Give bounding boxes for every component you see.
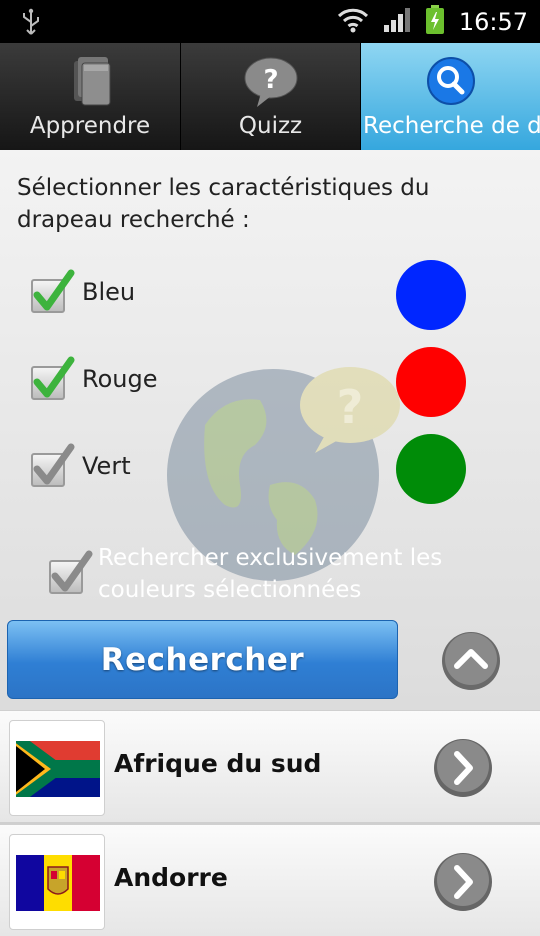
country-name: Afrique du sud — [114, 749, 322, 778]
book-stack-icon — [62, 55, 118, 109]
tab-bar: Apprendre ? Quizz Recherche de drapeaux — [0, 43, 540, 150]
color-swatch-blue — [396, 260, 466, 330]
question-bubble-icon: ? — [243, 55, 299, 109]
svg-text:?: ? — [263, 65, 278, 95]
color-swatch-green — [396, 434, 466, 504]
country-name: Andorre — [114, 863, 228, 892]
status-bar: 16:57 — [0, 0, 540, 43]
checkbox-rouge[interactable] — [31, 356, 75, 400]
status-clock: 16:57 — [458, 7, 528, 36]
search-button[interactable]: Rechercher — [7, 620, 398, 699]
flag-south-africa — [9, 720, 105, 816]
tab-label: Quizz — [238, 113, 303, 139]
color-label: Vert — [82, 452, 131, 480]
chevron-right-icon[interactable] — [433, 738, 493, 798]
battery-icon — [425, 4, 445, 39]
color-label: Rouge — [82, 365, 158, 393]
list-item-afrique-du-sud[interactable]: Afrique du sud — [0, 710, 540, 822]
usb-icon — [20, 8, 42, 40]
list-item-andorre[interactable]: Andorre — [0, 824, 540, 936]
color-option-rouge: Rouge — [0, 347, 540, 417]
search-prompt: Sélectionner les caractéristiques du dra… — [17, 175, 430, 233]
checkbox-exclusive[interactable] — [49, 550, 93, 594]
color-label: Bleu — [82, 278, 136, 306]
tab-label: Recherche de drapeaux — [363, 113, 540, 139]
tab-recherche[interactable]: Recherche de drapeaux — [360, 43, 540, 150]
tab-apprendre[interactable]: Apprendre — [0, 43, 180, 150]
search-panel: ? Sélectionner les caractéristiques du d… — [0, 150, 540, 710]
color-option-vert: Vert — [0, 434, 540, 504]
chevron-up-icon[interactable] — [440, 630, 502, 692]
color-swatch-red — [396, 347, 466, 417]
exclusive-option: Rechercher exclusivement les couleurs sé… — [0, 542, 540, 603]
search-icon — [423, 55, 479, 109]
exclusive-label: Rechercher exclusivement les couleurs sé… — [98, 545, 443, 603]
checkbox-bleu[interactable] — [31, 269, 75, 313]
chevron-right-icon[interactable] — [433, 852, 493, 912]
color-option-bleu: Bleu — [0, 260, 540, 330]
checkbox-vert[interactable] — [31, 443, 75, 487]
results-list: Afrique du sud Andorre — [0, 710, 540, 936]
flag-andorra — [9, 834, 105, 930]
tab-quizz[interactable]: ? Quizz — [180, 43, 360, 150]
wifi-icon — [337, 7, 369, 37]
signal-icon — [383, 7, 411, 37]
tab-label: Apprendre — [29, 113, 151, 139]
